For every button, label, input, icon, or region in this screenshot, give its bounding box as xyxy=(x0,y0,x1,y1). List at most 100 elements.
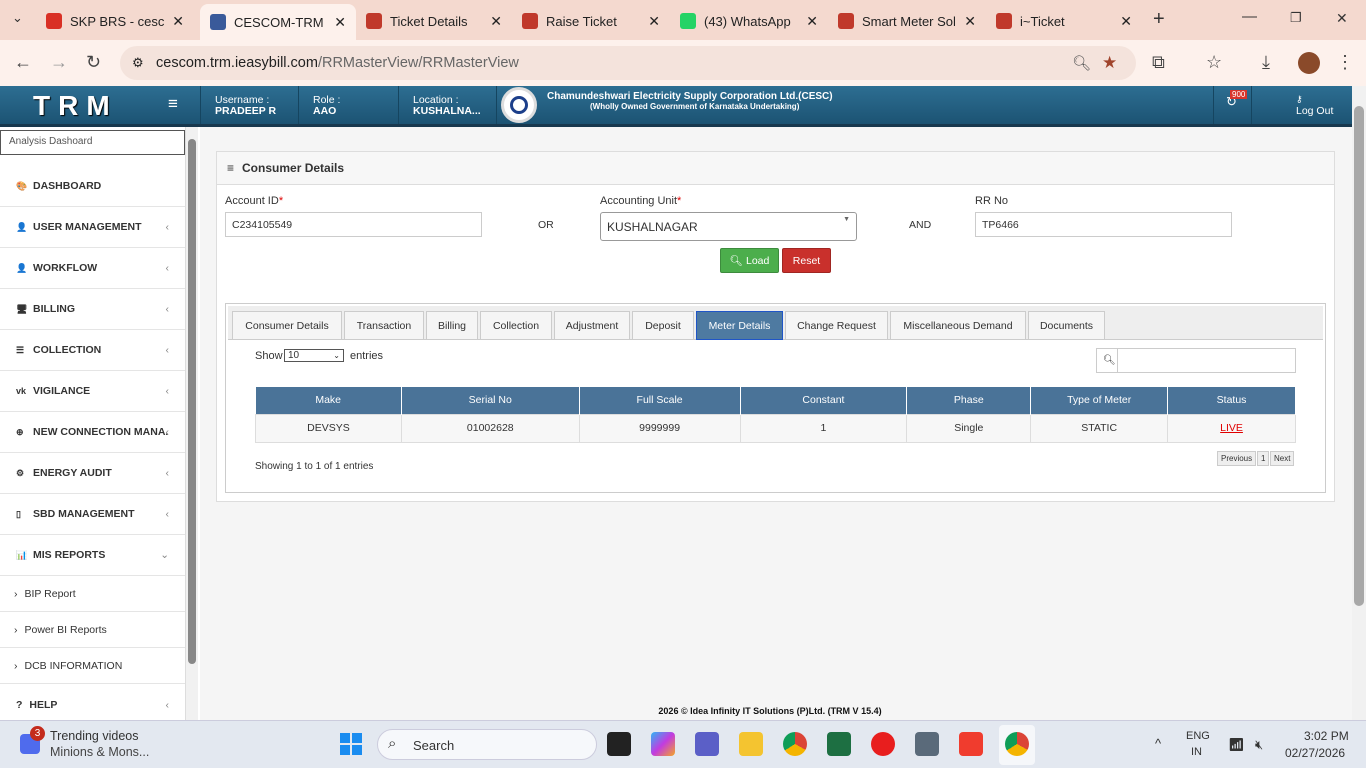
show-hidden-icons[interactable]: ^ xyxy=(1155,736,1161,751)
close-tab-icon[interactable]: ✕ xyxy=(964,13,976,30)
sidebar-subitem[interactable]: › Power BI Reports xyxy=(0,612,185,648)
column-header[interactable]: Status xyxy=(1167,387,1296,414)
status-link[interactable]: LIVE xyxy=(1167,413,1296,443)
active-chrome-app[interactable] xyxy=(999,725,1035,765)
close-tab-icon[interactable]: ✕ xyxy=(806,13,818,30)
anydesk-icon[interactable] xyxy=(959,732,983,756)
task-view-icon[interactable] xyxy=(607,732,631,756)
download-icon[interactable]: ⤓ xyxy=(1262,52,1270,73)
logout-button[interactable]: Log Out xyxy=(1296,105,1333,117)
tab-documents[interactable]: Documents xyxy=(1028,311,1105,340)
menu-toggle-icon[interactable]: ≡ xyxy=(168,94,178,114)
sidebar-item-help[interactable]: ? HELP ‹ xyxy=(0,684,185,720)
calculator-icon[interactable] xyxy=(915,732,939,756)
favicon-icon xyxy=(366,13,382,29)
app-icon[interactable] xyxy=(871,732,895,756)
sidebar-item-mis-reports[interactable]: 📊 MIS REPORTS ⌄ xyxy=(0,535,185,576)
teams-icon[interactable] xyxy=(695,732,719,756)
close-tab-icon[interactable]: ✕ xyxy=(1120,13,1132,30)
load-button[interactable]: 🔍︎ Load xyxy=(720,248,779,273)
browser-tab[interactable]: Ticket Details ✕ xyxy=(356,6,512,36)
bookmark-star-icon[interactable]: ★ xyxy=(1102,53,1117,73)
new-tab-button[interactable]: + xyxy=(1153,8,1165,31)
tab-search-chevron-icon[interactable]: ⌄ xyxy=(12,10,23,26)
reset-button[interactable]: Reset xyxy=(782,248,831,273)
url-bar[interactable]: ⚙ cescom.trm.ieasybill.com/RRMasterView/… xyxy=(120,46,1136,80)
sidebar-item-user-management[interactable]: 👤 USER MANAGEMENT ‹ xyxy=(0,207,185,248)
excel-icon[interactable] xyxy=(827,732,851,756)
favorites-icon[interactable]: ☆ xyxy=(1206,52,1222,73)
tab-consumer-details[interactable]: Consumer Details xyxy=(232,311,342,340)
copilot-icon[interactable] xyxy=(651,732,675,756)
sidebar-item-dashboard[interactable]: 🎨 DASHBOARD xyxy=(0,166,185,207)
sidebar-item-collection[interactable]: ☰ COLLECTION ‹ xyxy=(0,330,185,371)
volume-muted-icon[interactable]: 🔇︎ xyxy=(1255,737,1263,753)
column-header[interactable]: Make xyxy=(255,387,402,414)
browser-menu-icon[interactable]: ⋮ xyxy=(1336,52,1354,73)
page-scrollbar[interactable] xyxy=(1352,86,1366,720)
notification-badge: 900 xyxy=(1230,90,1248,99)
sidebar-search-input[interactable]: Analysis Dashoard xyxy=(0,130,185,155)
next-page-button[interactable]: Next xyxy=(1270,451,1295,466)
forward-icon[interactable]: → xyxy=(50,52,68,73)
widget-title[interactable]: Trending videos xyxy=(50,729,138,743)
sidebar-item-new-connection-mana-[interactable]: ⊕ NEW CONNECTION MANA. ‹ xyxy=(0,412,185,453)
browser-tab[interactable]: (43) WhatsApp ✕ xyxy=(670,6,828,36)
file-explorer-icon[interactable] xyxy=(739,732,763,756)
taskbar-search[interactable]: ⌕ Search xyxy=(377,729,597,760)
sidebar-item-workflow[interactable]: 👤 WORKFLOW ‹ xyxy=(0,248,185,289)
sidebar-item-vigilance[interactable]: vk VIGILANCE ‹ xyxy=(0,371,185,412)
back-icon[interactable]: ← xyxy=(14,52,32,73)
maximize-button[interactable]: ❐ xyxy=(1290,10,1302,26)
start-button[interactable] xyxy=(340,733,362,755)
accounting-unit-select[interactable]: KUSHALNAGAR ▼ xyxy=(600,212,857,241)
sidebar-subitem[interactable]: › DCB INFORMATION xyxy=(0,648,185,684)
close-tab-icon[interactable]: ✕ xyxy=(334,14,346,31)
site-info-icon[interactable]: ⚙ xyxy=(132,55,144,71)
sidebar-item-energy-audit[interactable]: ⚙ ENERGY AUDIT ‹ xyxy=(0,453,185,494)
browser-tab[interactable]: Raise Ticket ✕ xyxy=(512,6,670,36)
tab-collection[interactable]: Collection xyxy=(480,311,552,340)
close-tab-icon[interactable]: ✕ xyxy=(172,13,184,30)
sidebar-item-sbd-management[interactable]: ▯ SBD MANAGEMENT ‹ xyxy=(0,494,185,535)
chrome-icon[interactable] xyxy=(783,732,807,756)
tab-change-request[interactable]: Change Request xyxy=(785,311,888,340)
clock-time[interactable]: 3:02 PM xyxy=(1304,729,1349,743)
column-header[interactable]: Type of Meter xyxy=(1030,387,1169,414)
close-tab-icon[interactable]: ✕ xyxy=(648,13,660,30)
previous-page-button[interactable]: Previous xyxy=(1217,451,1257,466)
entries-select[interactable]: 10 ⌄ xyxy=(284,349,344,362)
sidebar-subitem[interactable]: › BIP Report xyxy=(0,576,185,612)
rr-no-input[interactable]: TP6466 xyxy=(975,212,1232,237)
extensions-icon[interactable]: ⧉ xyxy=(1152,52,1165,73)
sidebar-item-label: USER MANAGEMENT xyxy=(33,221,142,233)
browser-tab[interactable]: CESCOM-TRM ✕ xyxy=(200,4,356,40)
tab-meter-details[interactable]: Meter Details xyxy=(696,311,783,340)
minimize-button[interactable]: — xyxy=(1242,8,1257,25)
zoom-icon[interactable]: 🔍︎ xyxy=(1072,54,1091,72)
browser-tab[interactable]: Smart Meter Sol ✕ xyxy=(828,6,986,36)
tab-transaction[interactable]: Transaction xyxy=(344,311,424,340)
column-header[interactable]: Full Scale xyxy=(579,387,741,414)
page-1-button[interactable]: 1 xyxy=(1257,451,1270,466)
tab-adjustment[interactable]: Adjustment xyxy=(554,311,630,340)
language-1[interactable]: ENG xyxy=(1186,730,1210,742)
table-search-input[interactable] xyxy=(1117,348,1296,373)
sidebar-item-billing[interactable]: 🖥 BILLING ‹ xyxy=(0,289,185,330)
close-tab-icon[interactable]: ✕ xyxy=(490,13,502,30)
tab-billing[interactable]: Billing xyxy=(426,311,478,340)
wifi-icon[interactable]: 📶︎ xyxy=(1228,737,1245,753)
browser-tab[interactable]: i~Ticket ✕ xyxy=(986,6,1142,36)
close-window-button[interactable]: ✕ xyxy=(1336,10,1348,27)
browser-tab[interactable]: SKP BRS - cesco ✕ xyxy=(36,6,194,36)
column-header[interactable]: Phase xyxy=(906,387,1032,414)
column-header[interactable]: Serial No xyxy=(401,387,580,414)
reload-icon[interactable]: ↻ xyxy=(86,52,101,73)
tab-deposit[interactable]: Deposit xyxy=(632,311,694,340)
widget-subtitle: Minions & Mons... xyxy=(50,745,150,759)
tab-miscellaneous-demand[interactable]: Miscellaneous Demand xyxy=(890,311,1026,340)
column-header[interactable]: Constant xyxy=(740,387,908,414)
sidebar-scrollbar[interactable] xyxy=(186,127,198,720)
account-id-input[interactable]: C234105549 xyxy=(225,212,482,237)
profile-avatar[interactable] xyxy=(1298,52,1320,74)
